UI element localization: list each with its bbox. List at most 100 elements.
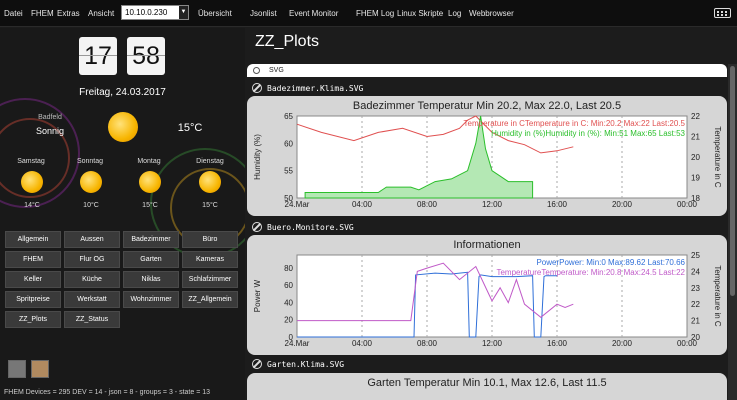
menu-uebersicht[interactable]: Übersicht <box>198 9 232 18</box>
room-spritpreise[interactable]: Spritpreise <box>5 291 61 308</box>
y2-tick-label: 20 <box>691 333 700 342</box>
y2-tick-label: 22 <box>691 300 700 309</box>
x-tick-label: 04:00 <box>352 200 373 209</box>
room-niklas[interactable]: Niklas <box>123 271 179 288</box>
weather-temp: 15°C <box>177 122 203 134</box>
forecast-temp: 14°C <box>24 202 40 209</box>
menu-fhem-log[interactable]: FHEM Log <box>356 9 394 18</box>
legend-entry: TemperatureTemperature: Min:20.8 Max:24.… <box>496 268 685 277</box>
room-kameras[interactable]: Kameras <box>182 251 238 268</box>
room-werkstatt[interactable]: Werkstatt <box>64 291 120 308</box>
y-tick-label: 40 <box>284 298 293 307</box>
avatar[interactable] <box>8 360 26 378</box>
y2-tick-label: 22 <box>691 112 700 121</box>
forecast-day: Dienstag <box>196 158 224 165</box>
menu-extras[interactable]: Extras <box>57 9 80 18</box>
y-axis-label: Power W <box>253 279 262 312</box>
device-name[interactable]: Garten.Klima.SVG <box>267 360 344 369</box>
device-name[interactable]: Buero.Monitore.SVG <box>267 223 354 232</box>
status-line: FHEM Devices = 295 DEV = 14 - json = 8 -… <box>4 389 211 396</box>
collapse-icon[interactable] <box>253 67 260 74</box>
chart-badezimmer[interactable]: Badezimmer Temperatur Min 20.2, Max 22.0… <box>247 96 727 216</box>
left-panel: 17 58 Freitag, 24.03.2017 Badfeld Sonnig… <box>0 28 245 400</box>
menu-log[interactable]: Log <box>448 9 461 18</box>
forecast-temp: 10°C <box>83 202 99 209</box>
table-header-label: SVG <box>269 67 284 74</box>
clock-minute: 58 <box>127 37 165 75</box>
room-zz-plots[interactable]: ZZ_Plots <box>5 311 61 328</box>
y2-tick-label: 21 <box>691 317 700 326</box>
room-wohnzimmer[interactable]: Wohnzimmer <box>123 291 179 308</box>
block-icon[interactable] <box>252 222 262 232</box>
sun-icon <box>139 171 161 193</box>
room-badezimmer[interactable]: Badezimmer <box>123 231 179 248</box>
main-content: ZZ_Plots SVG Badezimmer.Klima.SVG Badezi… <box>245 28 737 400</box>
y-tick-label: 20 <box>284 316 293 325</box>
table-header: SVG <box>247 64 727 77</box>
y2-axis-label: Temperature in C <box>713 265 722 327</box>
legend-entry: PowerPower: Min:0 Max:89.62 Last:70.66 <box>536 258 685 267</box>
keyboard-icon[interactable] <box>714 8 731 18</box>
y2-tick-label: 19 <box>691 174 700 183</box>
clock-hour: 17 <box>79 37 117 75</box>
chart-buero-svg: Informationen24.Mar 04:00 08:00 12:00 16:00 2… <box>253 239 722 348</box>
room-zz-allgemein[interactable]: ZZ_Allgemein <box>182 291 238 308</box>
menu-linux-skripte[interactable]: Linux Skripte <box>397 9 443 18</box>
y-tick-label: 60 <box>284 139 293 148</box>
room-keller[interactable]: Keller <box>5 271 61 288</box>
device-name[interactable]: Badezimmer.Klima.SVG <box>267 84 363 93</box>
x-tick-label: 04:00 <box>352 339 373 348</box>
host-select[interactable]: 10.10.0.230 ▼ <box>121 5 189 20</box>
sun-icon <box>80 171 102 193</box>
room-allgemein[interactable]: Allgemein <box>5 231 61 248</box>
weather-condition: Sonnig <box>35 126 65 136</box>
menu-jsonlist[interactable]: Jsonlist <box>250 9 277 18</box>
room-schlafzimmer[interactable]: Schlafzimmer <box>182 271 238 288</box>
room-aussen[interactable]: Aussen <box>64 231 120 248</box>
menu-webbrowser[interactable]: Webbrowser <box>469 9 514 18</box>
y-tick-label: 0 <box>289 333 294 342</box>
y2-tick-label: 25 <box>691 251 700 260</box>
room-garten[interactable]: Garten <box>123 251 179 268</box>
scrollbar[interactable] <box>728 64 737 400</box>
y-axis-label: Humidity (%) <box>253 134 262 180</box>
menu-event-monitor[interactable]: Event Monitor <box>289 9 338 18</box>
weather-location: Badfeld <box>38 114 62 121</box>
room-zz-status[interactable]: ZZ_Status <box>64 311 120 328</box>
chart-title: Informationen <box>453 239 520 251</box>
chart-title: Garten Temperatur Min 10.1, Max 12.6, La… <box>367 377 606 389</box>
x-tick-label: 16:00 <box>547 200 568 209</box>
sun-icon <box>21 171 43 193</box>
chart-badezimmer-svg: Badezimmer Temperatur Min 20.2, Max 22.0… <box>253 100 722 209</box>
x-tick-label: 08:00 <box>417 339 438 348</box>
menu-fhem[interactable]: FHEM <box>31 9 54 18</box>
x-tick-label: 20:00 <box>612 200 633 209</box>
menu-datei[interactable]: Datei <box>4 9 23 18</box>
block-icon[interactable] <box>252 83 262 93</box>
y-tick-label: 80 <box>284 264 293 273</box>
room-flur-og[interactable]: Flur OG <box>64 251 120 268</box>
room-fhem[interactable]: FHEM <box>5 251 61 268</box>
host-select-value: 10.10.0.230 <box>125 8 168 17</box>
avatar[interactable] <box>31 360 49 378</box>
block-icon[interactable] <box>252 359 262 369</box>
forecast-day: Samstag <box>17 158 45 165</box>
x-tick-label: 08:00 <box>417 200 438 209</box>
page-title: ZZ_Plots <box>255 33 320 50</box>
chart-title: Badezimmer Temperatur Min 20.2, Max 22.0… <box>353 100 621 112</box>
top-menu-bar: Datei FHEM Extras Ansicht 10.10.0.230 ▼ … <box>0 0 737 27</box>
chart-buero[interactable]: Informationen 24.Mar 04:00 08:00 12:00 16:00 2… <box>247 235 727 355</box>
y2-tick-label: 23 <box>691 284 700 293</box>
sun-icon <box>199 171 221 193</box>
y2-tick-label: 20 <box>691 153 700 162</box>
x-tick-label: 20:00 <box>612 339 633 348</box>
date-label: Freitag, 24.03.2017 <box>79 87 166 98</box>
y2-tick-label: 24 <box>691 267 700 276</box>
menu-ansicht[interactable]: Ansicht <box>88 9 114 18</box>
chart-garten[interactable]: Garten Temperatur Min 10.1, Max 12.6, La… <box>247 373 727 400</box>
legend-entry: Humidity in (%)Humidity in (%): Min:51 M… <box>491 129 685 138</box>
scrollbar-thumb[interactable] <box>730 66 735 296</box>
room-buero[interactable]: Büro <box>182 231 238 248</box>
forecast-temp: 15°C <box>202 202 218 209</box>
room-kueche[interactable]: Küche <box>64 271 120 288</box>
